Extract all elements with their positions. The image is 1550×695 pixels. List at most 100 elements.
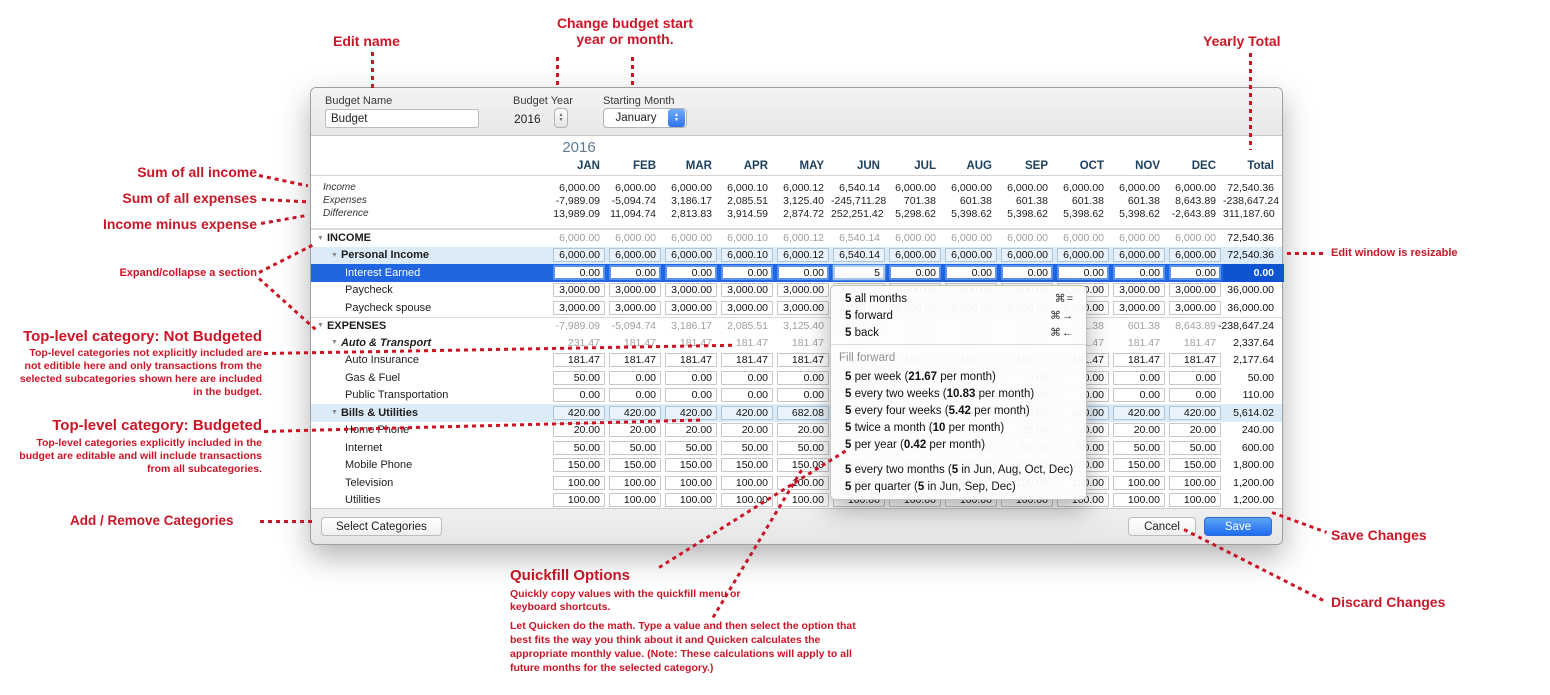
select-categories-button[interactable]: Select Categories (321, 517, 442, 536)
editable-cell[interactable]: 181.47 (553, 353, 605, 367)
editable-cell[interactable]: 150.00 (1113, 458, 1165, 472)
editable-cell[interactable]: 0.00 (1169, 371, 1221, 385)
editable-cell[interactable]: 100.00 (609, 493, 661, 507)
budget-row-auto-insurance[interactable]: Auto Insurance181.47181.47181.47181.4718… (311, 352, 1282, 370)
editable-cell[interactable]: 6,000.00 (665, 248, 717, 262)
editable-cell[interactable]: 6,000.00 (553, 248, 605, 262)
editable-cell[interactable]: 100.00 (609, 476, 661, 490)
editable-cell[interactable]: 0.00 (889, 265, 941, 280)
editable-cell[interactable]: 3,000.00 (1169, 301, 1221, 315)
budget-row-internet[interactable]: Internet50.0050.0050.0050.0050.0050.0050… (311, 439, 1282, 457)
editable-cell[interactable]: 100.00 (665, 493, 717, 507)
menu-item-5-per-year-0-42-per-month[interactable]: 5 per year (0.42 per month) (831, 436, 1086, 453)
editable-cell[interactable]: 6,000.00 (609, 248, 661, 262)
editable-cell[interactable]: 0.00 (1001, 265, 1053, 280)
editable-cell[interactable]: 0.00 (777, 388, 829, 402)
editable-cell[interactable]: 3,000.00 (1169, 283, 1221, 297)
editing-cell[interactable]: 5 (833, 265, 885, 280)
budget-row-income[interactable]: ▼INCOME6,000.006,000.006,000.006,000.106… (311, 229, 1282, 247)
editable-cell[interactable]: 6,000.00 (1169, 248, 1221, 262)
budget-year-stepper[interactable]: ▲ ▼ (554, 108, 568, 128)
editable-cell[interactable]: 3,000.00 (777, 301, 829, 315)
editable-cell[interactable]: 50.00 (1113, 441, 1165, 455)
editable-cell[interactable]: 0.00 (665, 371, 717, 385)
editable-cell[interactable]: 3,000.00 (777, 283, 829, 297)
editable-cell[interactable]: 50.00 (609, 441, 661, 455)
budget-row-public-transportation[interactable]: Public Transportation0.000.000.000.000.0… (311, 387, 1282, 405)
editable-cell[interactable]: 0.00 (609, 371, 661, 385)
budget-row-paycheck-spouse[interactable]: Paycheck spouse3,000.003,000.003,000.003… (311, 299, 1282, 317)
editable-cell[interactable]: 0.00 (721, 371, 773, 385)
disclosure-triangle-icon[interactable]: ▼ (331, 252, 338, 259)
editable-cell[interactable]: 50.00 (777, 441, 829, 455)
editable-cell[interactable]: 50.00 (553, 441, 605, 455)
editable-cell[interactable]: 3,000.00 (721, 301, 773, 315)
cancel-button[interactable]: Cancel (1128, 517, 1196, 536)
editable-cell[interactable]: 420.00 (665, 406, 717, 420)
budget-row-gas-fuel[interactable]: Gas & Fuel50.000.000.000.000.000.000.000… (311, 369, 1282, 387)
menu-item-5-forward[interactable]: 5 forward⌘→ (831, 307, 1086, 324)
editable-cell[interactable]: 50.00 (665, 441, 717, 455)
disclosure-triangle-icon[interactable]: ▼ (331, 339, 338, 346)
editable-cell[interactable]: 20.00 (1113, 423, 1165, 437)
budget-name-input[interactable] (325, 109, 479, 128)
editable-cell[interactable]: 0.00 (1169, 265, 1221, 280)
editable-cell[interactable]: 100.00 (1169, 493, 1221, 507)
editable-cell[interactable]: 100.00 (665, 476, 717, 490)
editable-cell[interactable]: 420.00 (553, 406, 605, 420)
editable-cell[interactable]: 3,000.00 (721, 283, 773, 297)
editable-cell[interactable]: 181.47 (609, 353, 661, 367)
editable-cell[interactable]: 420.00 (1169, 406, 1221, 420)
editable-cell[interactable]: 100.00 (1169, 476, 1221, 490)
menu-item-5-every-two-months-5-in-jun-aug-oct-dec[interactable]: 5 every two months (5 in Jun, Aug, Oct, … (831, 461, 1086, 478)
editable-cell[interactable]: 6,000.10 (721, 248, 773, 262)
editable-cell[interactable]: 150.00 (553, 458, 605, 472)
editable-cell[interactable]: 420.00 (1113, 406, 1165, 420)
menu-item-5-all-months[interactable]: 5 all months⌘= (831, 290, 1086, 307)
editable-cell[interactable]: 3,000.00 (1113, 283, 1165, 297)
editable-cell[interactable]: 6,000.00 (1001, 248, 1053, 262)
menu-item-5-twice-a-month-10-per-month[interactable]: 5 twice a month (10 per month) (831, 419, 1086, 436)
editable-cell[interactable]: 181.47 (1113, 353, 1165, 367)
editable-cell[interactable]: 181.47 (1169, 353, 1221, 367)
editable-cell[interactable]: 3,000.00 (609, 283, 661, 297)
budget-row-bills-utilities[interactable]: ▼Bills & Utilities420.00420.00420.00420.… (311, 404, 1282, 422)
editable-cell[interactable]: 0.00 (1113, 265, 1165, 280)
editable-cell[interactable]: 0.00 (553, 388, 605, 402)
editable-cell[interactable]: 0.00 (1113, 371, 1165, 385)
editable-cell[interactable]: 0.00 (1057, 265, 1109, 280)
menu-item-5-every-four-weeks-5-42-per-month[interactable]: 5 every four weeks (5.42 per month) (831, 402, 1086, 419)
editable-cell[interactable]: 0.00 (1113, 388, 1165, 402)
editable-cell[interactable]: 150.00 (721, 458, 773, 472)
editable-cell[interactable]: 20.00 (665, 423, 717, 437)
budget-row-paycheck[interactable]: Paycheck3,000.003,000.003,000.003,000.00… (311, 282, 1282, 300)
starting-month-select[interactable]: January ▲▼ (603, 108, 687, 128)
editable-cell[interactable]: 0.00 (609, 388, 661, 402)
editable-cell[interactable]: 20.00 (777, 423, 829, 437)
editable-cell[interactable]: 3,000.00 (553, 301, 605, 315)
editable-cell[interactable]: 181.47 (665, 353, 717, 367)
editable-cell[interactable]: 0.00 (665, 265, 717, 280)
editable-cell[interactable]: 3,000.00 (553, 283, 605, 297)
editable-cell[interactable]: 0.00 (553, 265, 605, 280)
editable-cell[interactable]: 0.00 (721, 388, 773, 402)
menu-item-5-per-week-21-67-per-month[interactable]: 5 per week (21.67 per month) (831, 368, 1086, 385)
menu-item-5-every-two-weeks-10-83-per-month[interactable]: 5 every two weeks (10.83 per month) (831, 385, 1086, 402)
editable-cell[interactable]: 6,000.00 (1057, 248, 1109, 262)
budget-row-mobile-phone[interactable]: Mobile Phone150.00150.00150.00150.00150.… (311, 457, 1282, 475)
editable-cell[interactable]: 150.00 (1169, 458, 1221, 472)
save-button[interactable]: Save (1204, 517, 1272, 536)
editable-cell[interactable]: 150.00 (609, 458, 661, 472)
budget-row-interest-earned[interactable]: Interest Earned0.000.000.000.000.0050.00… (311, 264, 1282, 282)
editable-cell[interactable]: 6,000.00 (1113, 248, 1165, 262)
editable-cell[interactable]: 0.00 (777, 265, 829, 280)
editable-cell[interactable]: 100.00 (1113, 493, 1165, 507)
editable-cell[interactable]: 0.00 (609, 265, 661, 280)
editable-cell[interactable]: 0.00 (945, 265, 997, 280)
editable-cell[interactable]: 3,000.00 (665, 301, 717, 315)
menu-item-5-back[interactable]: 5 back⌘← (831, 324, 1086, 341)
editable-cell[interactable]: 100.00 (721, 476, 773, 490)
disclosure-triangle-icon[interactable]: ▼ (317, 235, 324, 242)
editable-cell[interactable]: 0.00 (777, 371, 829, 385)
editable-cell[interactable]: 100.00 (553, 476, 605, 490)
